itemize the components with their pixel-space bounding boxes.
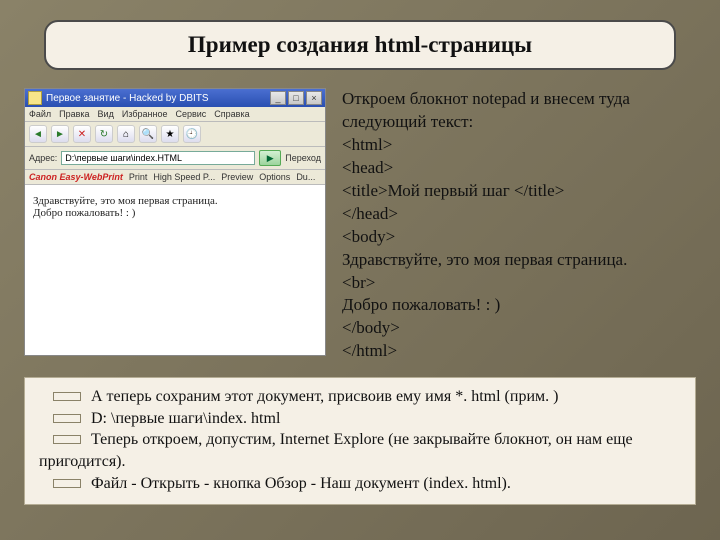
note-2-text: D: \первые шаги\index. html — [91, 408, 280, 430]
menu-help[interactable]: Справка — [214, 109, 249, 119]
note-1-text: А теперь сохраним этот документ, присвои… — [91, 386, 558, 408]
maximize-button[interactable]: □ — [288, 91, 304, 105]
page-icon — [28, 91, 42, 105]
note-2: D: \первые шаги\index. html — [35, 408, 685, 430]
menu-file[interactable]: Файл — [29, 109, 51, 119]
menu-favorites[interactable]: Избранное — [122, 109, 168, 119]
go-label: Переход — [285, 153, 321, 163]
code-line-8: </body> — [342, 317, 696, 340]
go-button[interactable]: ▶ — [259, 150, 281, 166]
code-line-5: Здравствуйте, это моя первая страница. — [342, 249, 696, 272]
stop-button[interactable]: ✕ — [73, 125, 91, 143]
window-title-text: Первое занятие - Hacked by DBITS — [46, 93, 270, 104]
address-label: Адрес: — [29, 153, 57, 163]
note-3b-text: пригодится). — [35, 451, 685, 473]
easyprint-brand: Canon Easy-WebPrint — [29, 172, 123, 182]
address-input[interactable] — [61, 151, 255, 165]
slide-title: Пример создания html-страницы — [44, 20, 676, 70]
browser-titlebar: Первое занятие - Hacked by DBITS _ □ × — [25, 89, 325, 107]
window-controls: _ □ × — [270, 91, 322, 105]
menu-edit[interactable]: Правка — [59, 109, 89, 119]
history-button[interactable]: 🕘 — [183, 125, 201, 143]
refresh-button[interactable]: ↻ — [95, 125, 113, 143]
note-4-text: Файл - Открыть - кнопка Обзор - Наш доку… — [91, 473, 511, 495]
notes-box: А теперь сохраним этот документ, присвои… — [24, 377, 696, 505]
minimize-button[interactable]: _ — [270, 91, 286, 105]
code-line-3: </head> — [342, 203, 696, 226]
bullet-icon — [53, 392, 81, 401]
nav-toolbar: ◄ ► ✕ ↻ ⌂ 🔍 ★ 🕘 — [25, 122, 325, 147]
page-line-1: Здравствуйте, это моя первая страница. — [33, 195, 317, 207]
code-line-6: <br> — [342, 272, 696, 295]
menu-tools[interactable]: Сервис — [175, 109, 206, 119]
note-3a-text: Теперь откроем, допустим, Internet Explo… — [91, 429, 633, 451]
slide-title-text: Пример создания html-страницы — [188, 32, 532, 57]
easyprint-toolbar: Canon Easy-WebPrint Print High Speed P..… — [25, 170, 325, 185]
code-line-9: </html> — [342, 340, 696, 363]
code-intro: Откроем блокнот notepad и внесем туда сл… — [342, 88, 696, 134]
browser-viewport: Здравствуйте, это моя первая страница. Д… — [25, 185, 325, 355]
options-btn[interactable]: Options — [259, 172, 290, 182]
note-1: А теперь сохраним этот документ, присвои… — [35, 386, 685, 408]
bullet-icon — [53, 479, 81, 488]
note-4: Файл - Открыть - кнопка Обзор - Наш доку… — [35, 473, 685, 495]
favorites-button[interactable]: ★ — [161, 125, 179, 143]
code-line-2: <title>Мой первый шаг </title> — [342, 180, 696, 203]
bullet-icon — [53, 435, 81, 444]
search-button[interactable]: 🔍 — [139, 125, 157, 143]
du-btn[interactable]: Du... — [296, 172, 315, 182]
code-line-0: <html> — [342, 134, 696, 157]
browser-window: Первое занятие - Hacked by DBITS _ □ × Ф… — [24, 88, 326, 356]
code-column: Откроем блокнот notepad и внесем туда сл… — [342, 88, 696, 363]
code-line-4: <body> — [342, 226, 696, 249]
page-line-2: Добро пожаловать! : ) — [33, 207, 317, 219]
menu-view[interactable]: Вид — [98, 109, 114, 119]
address-bar: Адрес: ▶ Переход — [25, 147, 325, 170]
content-row: Первое занятие - Hacked by DBITS _ □ × Ф… — [24, 88, 696, 363]
back-button[interactable]: ◄ — [29, 125, 47, 143]
forward-button[interactable]: ► — [51, 125, 69, 143]
menu-bar: Файл Правка Вид Избранное Сервис Справка — [25, 107, 325, 122]
home-button[interactable]: ⌂ — [117, 125, 135, 143]
hspeed-btn[interactable]: High Speed P... — [153, 172, 215, 182]
close-button[interactable]: × — [306, 91, 322, 105]
note-3: Теперь откроем, допустим, Internet Explo… — [35, 429, 685, 451]
code-line-1: <head> — [342, 157, 696, 180]
code-line-7: Добро пожаловать! : ) — [342, 294, 696, 317]
preview-btn[interactable]: Preview — [221, 172, 253, 182]
bullet-icon — [53, 414, 81, 423]
print-btn[interactable]: Print — [129, 172, 148, 182]
